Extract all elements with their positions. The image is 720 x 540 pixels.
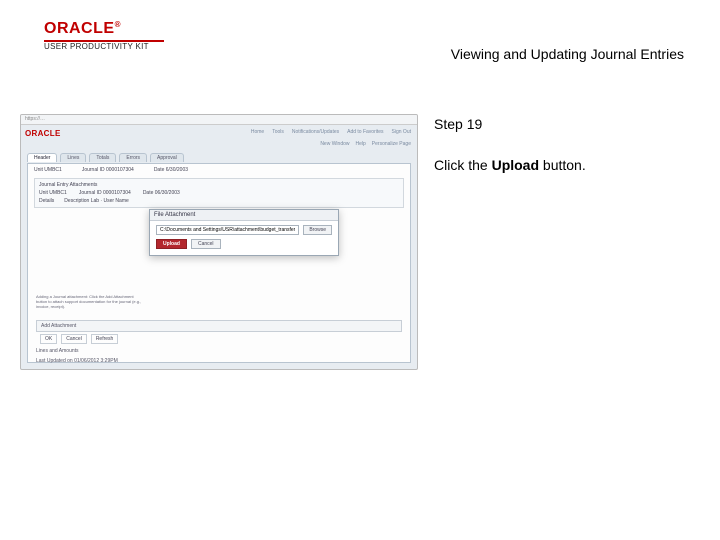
url-text: https://… (25, 116, 45, 122)
aux-link[interactable]: New Window (320, 141, 349, 147)
attachment-section-header: Add Attachment (36, 320, 402, 332)
tab-approval[interactable]: Approval (150, 153, 184, 162)
top-nav-item[interactable]: Sign Out (392, 129, 411, 135)
brand-trademark: ® (115, 20, 121, 29)
header-fields: Unit UMBC1 Journal ID 0000107304 Date 6/… (28, 164, 410, 176)
instruction: Click the Upload button. (434, 156, 700, 176)
top-nav-item[interactable]: Tools (272, 129, 284, 135)
journal-field: Journal ID 0000107304 (82, 167, 134, 173)
attachment-help-text: Adding a Journal attachment: Click the A… (36, 294, 144, 310)
left-col: https://… ORACLE Home Tools Notification… (20, 114, 418, 520)
aux-links: New Window Help Personalize Page (320, 141, 411, 147)
main-panel: Unit UMBC1 Journal ID 0000107304 Date 6/… (27, 163, 411, 363)
app-top-nav: Home Tools Notifications/Updates Add to … (111, 129, 411, 135)
sub-journal: Journal ID 0000107304 (79, 190, 131, 196)
instruction-bold: Upload (492, 157, 539, 173)
sub-unit: Unit UMBC1 (39, 190, 67, 196)
brand-name: ORACLE (44, 20, 115, 37)
desc-pair: Description Lab · User Name (64, 198, 128, 204)
tab-totals[interactable]: Totals (89, 153, 116, 162)
dialog-actions: Upload Cancel (156, 239, 332, 249)
tabs: Header Lines Totals Errors Approval (27, 153, 411, 162)
body: https://… ORACLE Home Tools Notification… (20, 114, 700, 520)
date-field: Date 6/30/2003 (154, 167, 188, 173)
doc-title: Viewing and Updating Journal Entries (451, 46, 684, 62)
aux-link[interactable]: Personalize Page (372, 141, 411, 147)
upload-button[interactable]: Upload (156, 239, 187, 249)
header: ORACLE® USER PRODUCTIVITY KIT Viewing an… (0, 20, 720, 51)
oracle-logo: ORACLE® (44, 20, 164, 38)
file-attachment-dialog: File Attachment Browse Upload Cancel (149, 209, 339, 256)
lines-amounts-label: Lines and Amounts (36, 348, 79, 354)
browse-button[interactable]: Browse (303, 225, 332, 235)
tab-lines[interactable]: Lines (60, 153, 86, 162)
brand-block: ORACLE® USER PRODUCTIVITY KIT (44, 20, 164, 51)
last-updated: Last Updated on 01/06/2012 3:29PM (36, 358, 118, 364)
step-label: Step 19 (434, 116, 700, 132)
dialog-cancel-button[interactable]: Cancel (191, 239, 221, 249)
screenshot-thumbnail: https://… ORACLE Home Tools Notification… (20, 114, 418, 370)
top-nav-item[interactable]: Home (251, 129, 264, 135)
browser-address-bar: https://… (21, 115, 417, 125)
instruction-suffix: button. (539, 157, 586, 173)
ok-button[interactable]: OK (40, 334, 57, 344)
top-nav-item[interactable]: Add to Favorites (347, 129, 383, 135)
right-col: Step 19 Click the Upload button. (434, 114, 700, 520)
file-row: Browse (156, 225, 332, 235)
instruction-prefix: Click the (434, 157, 492, 173)
file-path-input[interactable] (156, 225, 299, 235)
tab-header[interactable]: Header (27, 153, 57, 162)
attachment-row-actions: OK Cancel Refresh (36, 332, 402, 346)
page: ORACLE® USER PRODUCTIVITY KIT Viewing an… (0, 0, 720, 540)
details-label: Details (39, 198, 54, 204)
aux-link[interactable]: Help (356, 141, 366, 147)
top-nav-item[interactable]: Notifications/Updates (292, 129, 339, 135)
dialog-body: Browse Upload Cancel (150, 221, 338, 255)
dialog-title: File Attachment (150, 210, 338, 221)
subpanel-title: Journal Entry Attachments (39, 182, 399, 188)
app-brand: ORACLE (25, 129, 61, 138)
unit-field: Unit UMBC1 (34, 167, 62, 173)
sub-date: Date 06/30/2003 (143, 190, 180, 196)
brand-subline: USER PRODUCTIVITY KIT (44, 42, 164, 51)
cancel-button[interactable]: Cancel (61, 334, 87, 344)
subpanel-row2: Details Description Lab · User Name (39, 198, 399, 204)
refresh-button[interactable]: Refresh (91, 334, 119, 344)
attachments-subpanel: Journal Entry Attachments Unit UMBC1 Jou… (34, 178, 404, 208)
tab-errors[interactable]: Errors (119, 153, 147, 162)
subpanel-fields: Unit UMBC1 Journal ID 0000107304 Date 06… (39, 190, 399, 196)
